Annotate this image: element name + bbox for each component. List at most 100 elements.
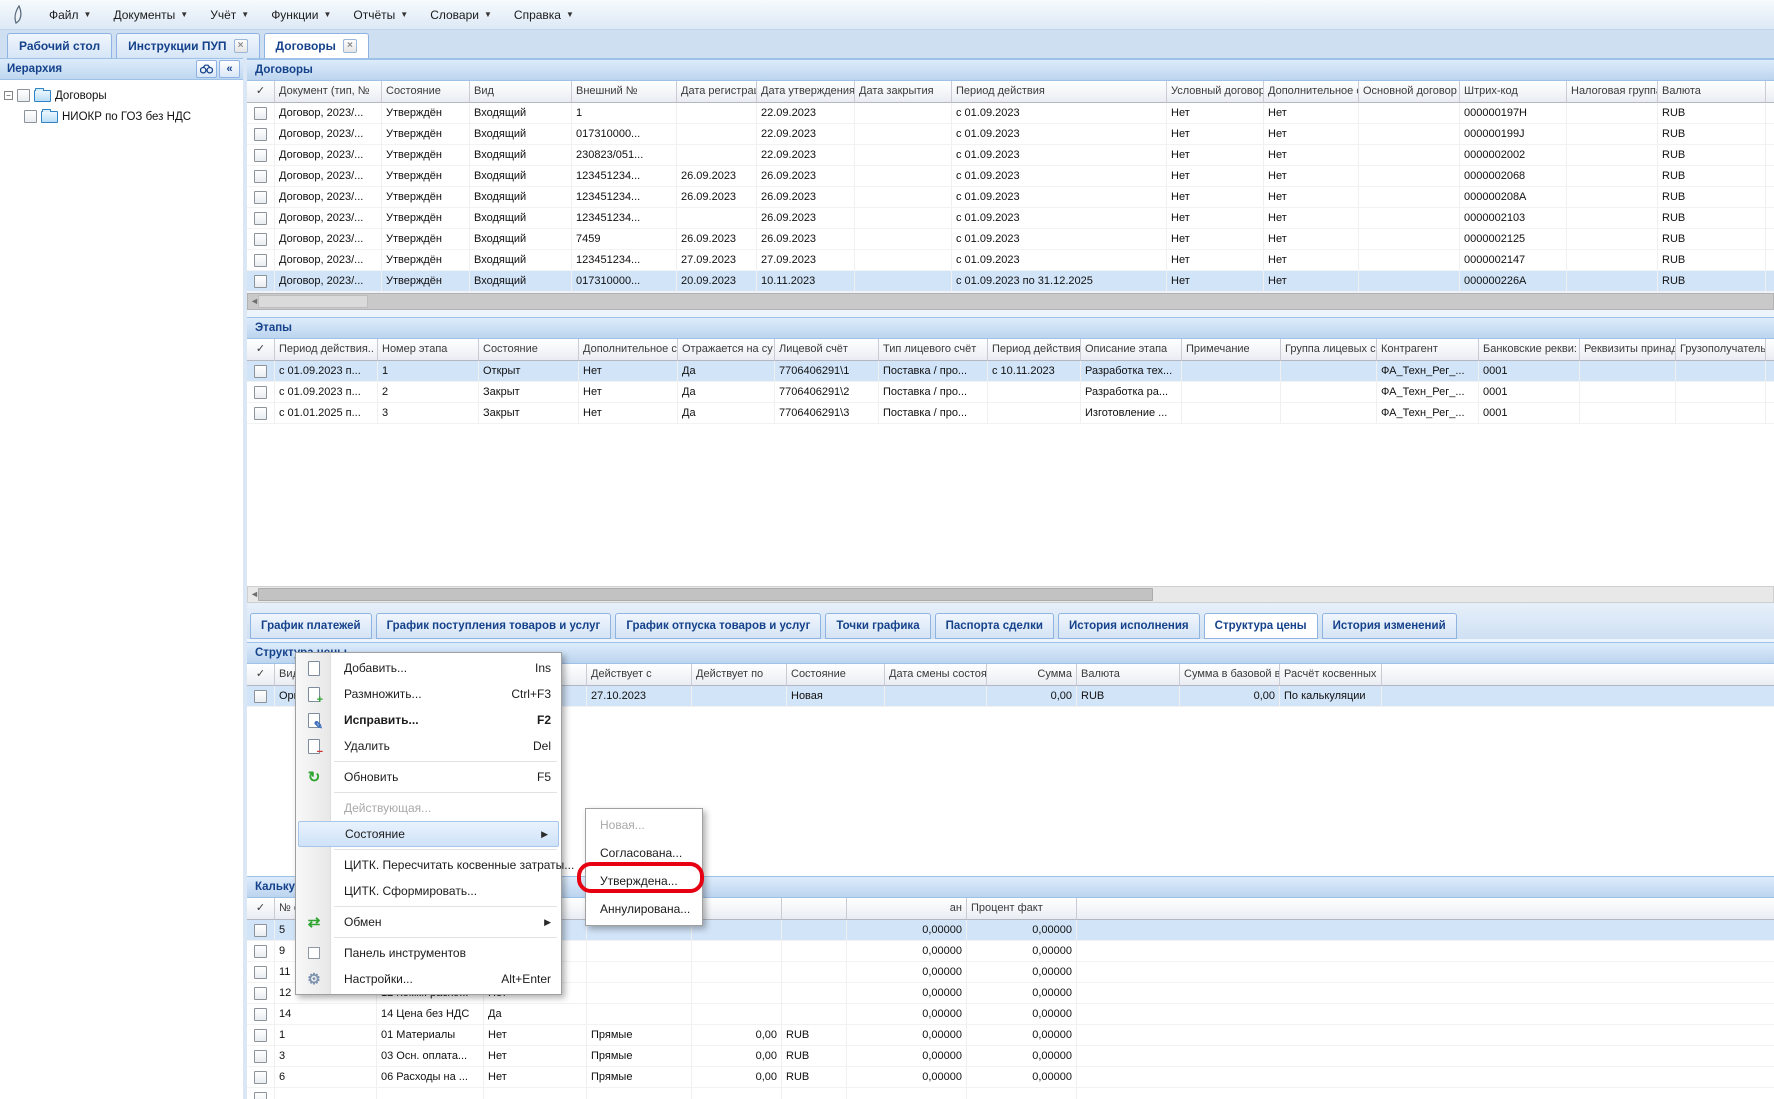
context-menu-item-16[interactable]: ⚙Настройки...Alt+Enter — [296, 966, 561, 992]
column-header[interactable]: Действует с — [587, 664, 692, 686]
tab-1[interactable]: Инструкции ПУП× — [116, 33, 259, 58]
column-header[interactable]: ан — [847, 898, 967, 920]
table-row[interactable]: 1414 Цена без НДСДа0,000000,00000 — [247, 1004, 1774, 1025]
row-checkbox[interactable] — [254, 690, 267, 703]
column-header[interactable]: ✓ — [247, 898, 275, 920]
table-row[interactable]: Договор, 2023/...УтверждёнВходящий230823… — [247, 145, 1774, 166]
context-menu-item-3[interactable]: −УдалитьDel — [296, 733, 561, 759]
column-header[interactable]: ✓ — [247, 339, 275, 361]
row-checkbox[interactable] — [254, 386, 267, 399]
row-checkbox[interactable] — [254, 945, 267, 958]
menu-item-4[interactable]: Отчёты▼ — [342, 3, 419, 27]
row-checkbox[interactable] — [254, 987, 267, 1000]
column-header[interactable]: Валюта — [1077, 664, 1180, 686]
column-header[interactable]: Группа лицевых сч — [1281, 339, 1377, 361]
column-header[interactable] — [782, 898, 847, 920]
tree-expander-icon[interactable]: − — [4, 91, 13, 100]
stages-hscrollbar[interactable]: ◄ — [247, 586, 1774, 603]
column-header[interactable]: Состояние — [479, 339, 579, 361]
context-menu-item-11[interactable]: ЦИТК. Сформировать... — [296, 878, 561, 904]
tab-2[interactable]: Договоры× — [264, 33, 369, 58]
close-icon[interactable]: × — [234, 39, 248, 53]
search-button[interactable] — [196, 60, 217, 78]
row-checkbox[interactable] — [254, 233, 267, 246]
table-row[interactable]: Договор, 2023/...УтверждёнВходящий123451… — [247, 166, 1774, 187]
row-checkbox[interactable] — [254, 275, 267, 288]
context-menu-item-2[interactable]: ✎Исправить...F2 — [296, 707, 561, 733]
table-row[interactable]: 303 Осн. оплата...НетПрямые0,00RUB0,0000… — [247, 1046, 1774, 1067]
menu-item-0[interactable]: Файл▼ — [38, 3, 102, 27]
menu-item-2[interactable]: Учёт▼ — [199, 3, 260, 27]
column-header[interactable]: Отражается на су — [678, 339, 775, 361]
column-header[interactable]: ✓ — [247, 81, 275, 103]
tree-node-1[interactable]: НИОКР по ГОЗ без НДС — [2, 106, 241, 127]
row-checkbox[interactable] — [254, 254, 267, 267]
column-header[interactable]: Внешний № — [572, 81, 677, 103]
column-header[interactable]: Основной договор — [1359, 81, 1460, 103]
context-menu-item-0[interactable]: Добавить...Ins — [296, 655, 561, 681]
table-row[interactable]: Договор, 2023/...УтверждёнВходящий017310… — [247, 124, 1774, 145]
column-header[interactable]: Состояние — [382, 81, 470, 103]
column-header[interactable]: Дата утверждения — [757, 81, 855, 103]
column-header[interactable]: Номер этапа — [378, 339, 479, 361]
column-header[interactable]: Тип лицевого счёт — [879, 339, 988, 361]
table-row[interactable]: с 01.01.2025 п...3ЗакрытНетДа7706406291\… — [247, 403, 1774, 424]
context-menu-item-8[interactable]: Состояние▶ — [298, 821, 559, 847]
row-checkbox[interactable] — [254, 170, 267, 183]
row-checkbox[interactable] — [254, 107, 267, 120]
tree-checkbox[interactable] — [17, 89, 30, 102]
table-row[interactable]: Договор, 2023/...УтверждёнВходящий017310… — [247, 271, 1774, 292]
column-header[interactable] — [692, 898, 782, 920]
column-header[interactable]: Штрих-код — [1460, 81, 1567, 103]
table-row[interactable]: Договор, 2023/...УтверждёнВходящий122.09… — [247, 103, 1774, 124]
context-menu-item-15[interactable]: Панель инструментов — [296, 940, 561, 966]
menu-item-5[interactable]: Словари▼ — [419, 3, 503, 27]
row-checkbox[interactable] — [254, 1092, 267, 1099]
column-header[interactable]: Примечание — [1182, 339, 1281, 361]
detail-tab-3[interactable]: Точки графика — [825, 613, 930, 639]
column-header[interactable]: Период действия — [952, 81, 1167, 103]
row-checkbox[interactable] — [254, 365, 267, 378]
table-row[interactable]: Договор, 2023/...УтверждёнВходящий123451… — [247, 187, 1774, 208]
detail-tab-1[interactable]: График поступления товаров и услуг — [376, 613, 612, 639]
row-checkbox[interactable] — [254, 149, 267, 162]
table-row[interactable]: Договор, 2023/...УтверждёнВходящий123451… — [247, 208, 1774, 229]
row-checkbox[interactable] — [254, 1029, 267, 1042]
row-checkbox[interactable] — [254, 1071, 267, 1084]
tree-node-0[interactable]: −Договоры — [2, 85, 241, 106]
column-header[interactable]: Условный договор — [1167, 81, 1264, 103]
contracts-hscrollbar[interactable]: ◄ — [247, 293, 1774, 310]
column-header[interactable]: Дополнительное с — [579, 339, 678, 361]
menu-item-1[interactable]: Документы▼ — [102, 3, 199, 27]
table-row[interactable]: с 01.09.2023 п...2ЗакрытНетДа7706406291\… — [247, 382, 1774, 403]
menu-item-6[interactable]: Справка▼ — [503, 3, 585, 27]
close-icon[interactable]: × — [343, 39, 357, 53]
column-header[interactable]: Вид — [470, 81, 572, 103]
detail-tab-0[interactable]: График платежей — [250, 613, 372, 639]
context-menu-item-5[interactable]: ↻ОбновитьF5 — [296, 764, 561, 790]
table-row[interactable]: с 01.09.2023 п...1ОткрытНетДа7706406291\… — [247, 361, 1774, 382]
detail-tab-7[interactable]: История изменений — [1322, 613, 1457, 639]
table-row[interactable] — [247, 1088, 1774, 1099]
row-checkbox[interactable] — [254, 407, 267, 420]
column-header[interactable]: Валюта — [1658, 81, 1766, 103]
column-header[interactable]: Банковские рекви: — [1479, 339, 1580, 361]
detail-tab-4[interactable]: Паспорта сделки — [935, 613, 1054, 639]
column-header[interactable]: Грузополучатель — [1676, 339, 1766, 361]
column-header[interactable]: Дата регистрации. — [677, 81, 757, 103]
tab-0[interactable]: Рабочий стол — [7, 33, 112, 58]
detail-tab-2[interactable]: График отпуска товаров и услуг — [615, 613, 821, 639]
table-row[interactable]: Договор, 2023/...УтверждёнВходящий123451… — [247, 250, 1774, 271]
row-checkbox[interactable] — [254, 1008, 267, 1021]
row-checkbox[interactable] — [254, 191, 267, 204]
column-header[interactable]: Период действия д — [988, 339, 1081, 361]
scrollbar-thumb[interactable] — [258, 588, 1153, 601]
column-header[interactable]: Описание этапа — [1081, 339, 1182, 361]
column-header[interactable]: ✓ — [247, 664, 275, 686]
detail-tab-6[interactable]: Структура цены — [1204, 613, 1318, 639]
column-header[interactable]: Процент факт — [967, 898, 1077, 920]
column-header[interactable]: Дата смены состоя — [885, 664, 987, 686]
context-menu-item-13[interactable]: ⇄Обмен▶ — [296, 909, 561, 935]
column-header[interactable]: Период действия.. — [275, 339, 378, 361]
context-menu-item-1[interactable]: +Размножить...Ctrl+F3 — [296, 681, 561, 707]
